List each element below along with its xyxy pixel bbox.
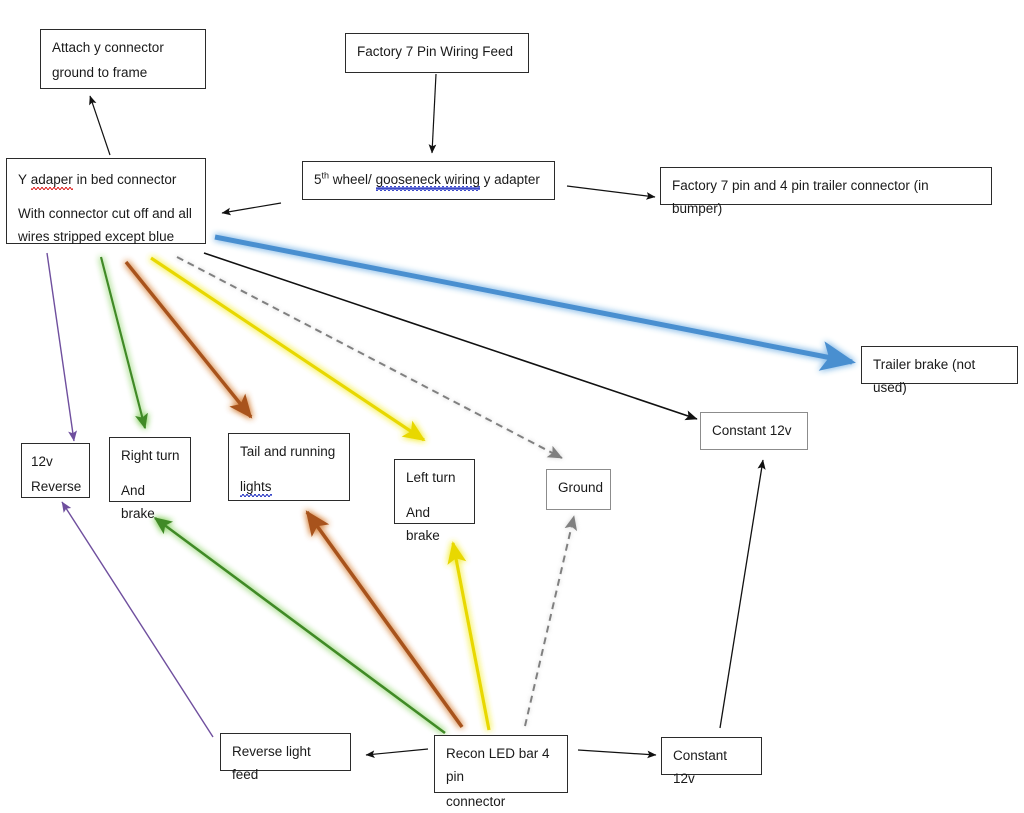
fifth-wheel-post: y adapter (479, 172, 540, 187)
attach-ground-line1: Attach y connector (52, 40, 164, 55)
fifth-wheel-ordinal-suffix: th (321, 170, 330, 181)
wire-y-adapter-to-left-turn (150, 256, 426, 442)
right-turn-line1: Right turn (121, 448, 180, 463)
node-factory-feed[interactable]: Factory 7 Pin Wiring Feed (345, 33, 529, 73)
y-adapter-line2: With connector cut off and all (18, 206, 192, 221)
trailer-brake-label: Trailer brake (not used) (873, 357, 976, 395)
recon-led-line2: connector (446, 794, 506, 809)
wire-y-adapter-to-constant-12v (203, 252, 698, 421)
fifth-wheel-mid: wheel/ (329, 172, 376, 187)
y-adapter-line1: Y adaper in bed connector (18, 168, 195, 191)
wire-recon-to-12v-reverse (61, 501, 214, 738)
factory-feed-label: Factory 7 Pin Wiring Feed (357, 44, 514, 59)
wire-y-adapter-to-tail-running (124, 260, 253, 419)
node-trailer-brake[interactable]: Trailer brake (not used) (861, 346, 1018, 395)
diagram-canvas: Attach y connector ground to frame Facto… (0, 0, 1024, 809)
node-factory-bumper-connector[interactable]: Factory 7 pin and 4 pin trailer connecto… (660, 167, 992, 216)
tail-running-line1: Tail and running (240, 444, 336, 459)
fifth-wheel-grammar-flagged: gooseneck wiring (375, 172, 480, 191)
wire-recon-to-constant-12v-bottom (577, 749, 657, 759)
left-turn-line2: And brake (406, 505, 440, 543)
node-tail-running-lights[interactable]: Tail and running lights (228, 433, 350, 501)
wire-fifth-wheel-to-y-adapter (221, 202, 282, 216)
wire-recon-to-reverse-light-feed (365, 748, 429, 758)
tail-running-line2: lights (240, 475, 339, 498)
attach-ground-line2: ground to frame (52, 65, 148, 80)
node-fifth-wheel-adapter[interactable]: 5th wheel/ gooseneck wiring y adapter (302, 161, 555, 200)
fifth-wheel-label: 5th wheel/ gooseneck wiring y adapter (314, 168, 544, 191)
node-constant-12v-top[interactable]: Constant 12v (700, 412, 808, 450)
node-left-turn[interactable]: Left turn And brake (394, 459, 475, 543)
wire-y-adapter-to-attach-ground (89, 95, 111, 156)
y-adapter-misspelled-word: adaper (30, 172, 73, 190)
wire-constant-12v-bottom-to-top (719, 459, 766, 729)
node-12v-reverse[interactable]: 12v Reverse (21, 443, 90, 498)
wire-y-adapter-to-trailer-brake (214, 234, 856, 371)
constant-12v-top-label: Constant 12v (712, 423, 792, 438)
reverse-light-feed-label: Reverse light feed (232, 744, 311, 782)
node-attach-ground[interactable]: Attach y connector ground to frame (40, 29, 206, 89)
right-turn-line2: And brake (121, 483, 155, 521)
12v-reverse-line2: Reverse (31, 479, 82, 494)
wire-fifth-wheel-to-bumper-connector (566, 185, 656, 200)
wire-recon-to-ground (524, 515, 578, 727)
wire-recon-to-left-turn (447, 541, 491, 731)
wire-y-adapter-to-12v-reverse (46, 252, 78, 442)
node-ground[interactable]: Ground (546, 469, 611, 510)
constant-12v-bottom-label: Constant 12v (673, 748, 728, 786)
tail-running-flagged-word: lights (240, 479, 272, 497)
factory-bumper-label: Factory 7 pin and 4 pin trailer connecto… (672, 178, 929, 216)
y-adapter-line3: wires stripped except blue (18, 229, 175, 244)
wire-recon-to-right-turn (153, 516, 446, 735)
12v-reverse-line1: 12v (31, 454, 53, 469)
node-y-adapter-bed[interactable]: Y adaper in bed connector With connector… (6, 158, 206, 244)
node-reverse-light-feed[interactable]: Reverse light feed (220, 733, 351, 782)
recon-led-line1: Recon LED bar 4 pin (446, 746, 550, 784)
left-turn-line1: Left turn (406, 470, 456, 485)
ground-label: Ground (558, 480, 604, 495)
wire-factory-feed-to-fifth-wheel (428, 73, 437, 154)
node-constant-12v-bottom[interactable]: Constant 12v (661, 737, 762, 786)
wire-layer (46, 73, 856, 759)
node-right-turn[interactable]: Right turn And brake (109, 437, 191, 521)
node-recon-led-connector[interactable]: Recon LED bar 4 pin connector (434, 735, 568, 809)
fifth-wheel-pre: 5 (314, 172, 322, 187)
wire-y-adapter-to-ground (176, 256, 563, 459)
wire-y-adapter-to-right-turn (99, 256, 148, 430)
